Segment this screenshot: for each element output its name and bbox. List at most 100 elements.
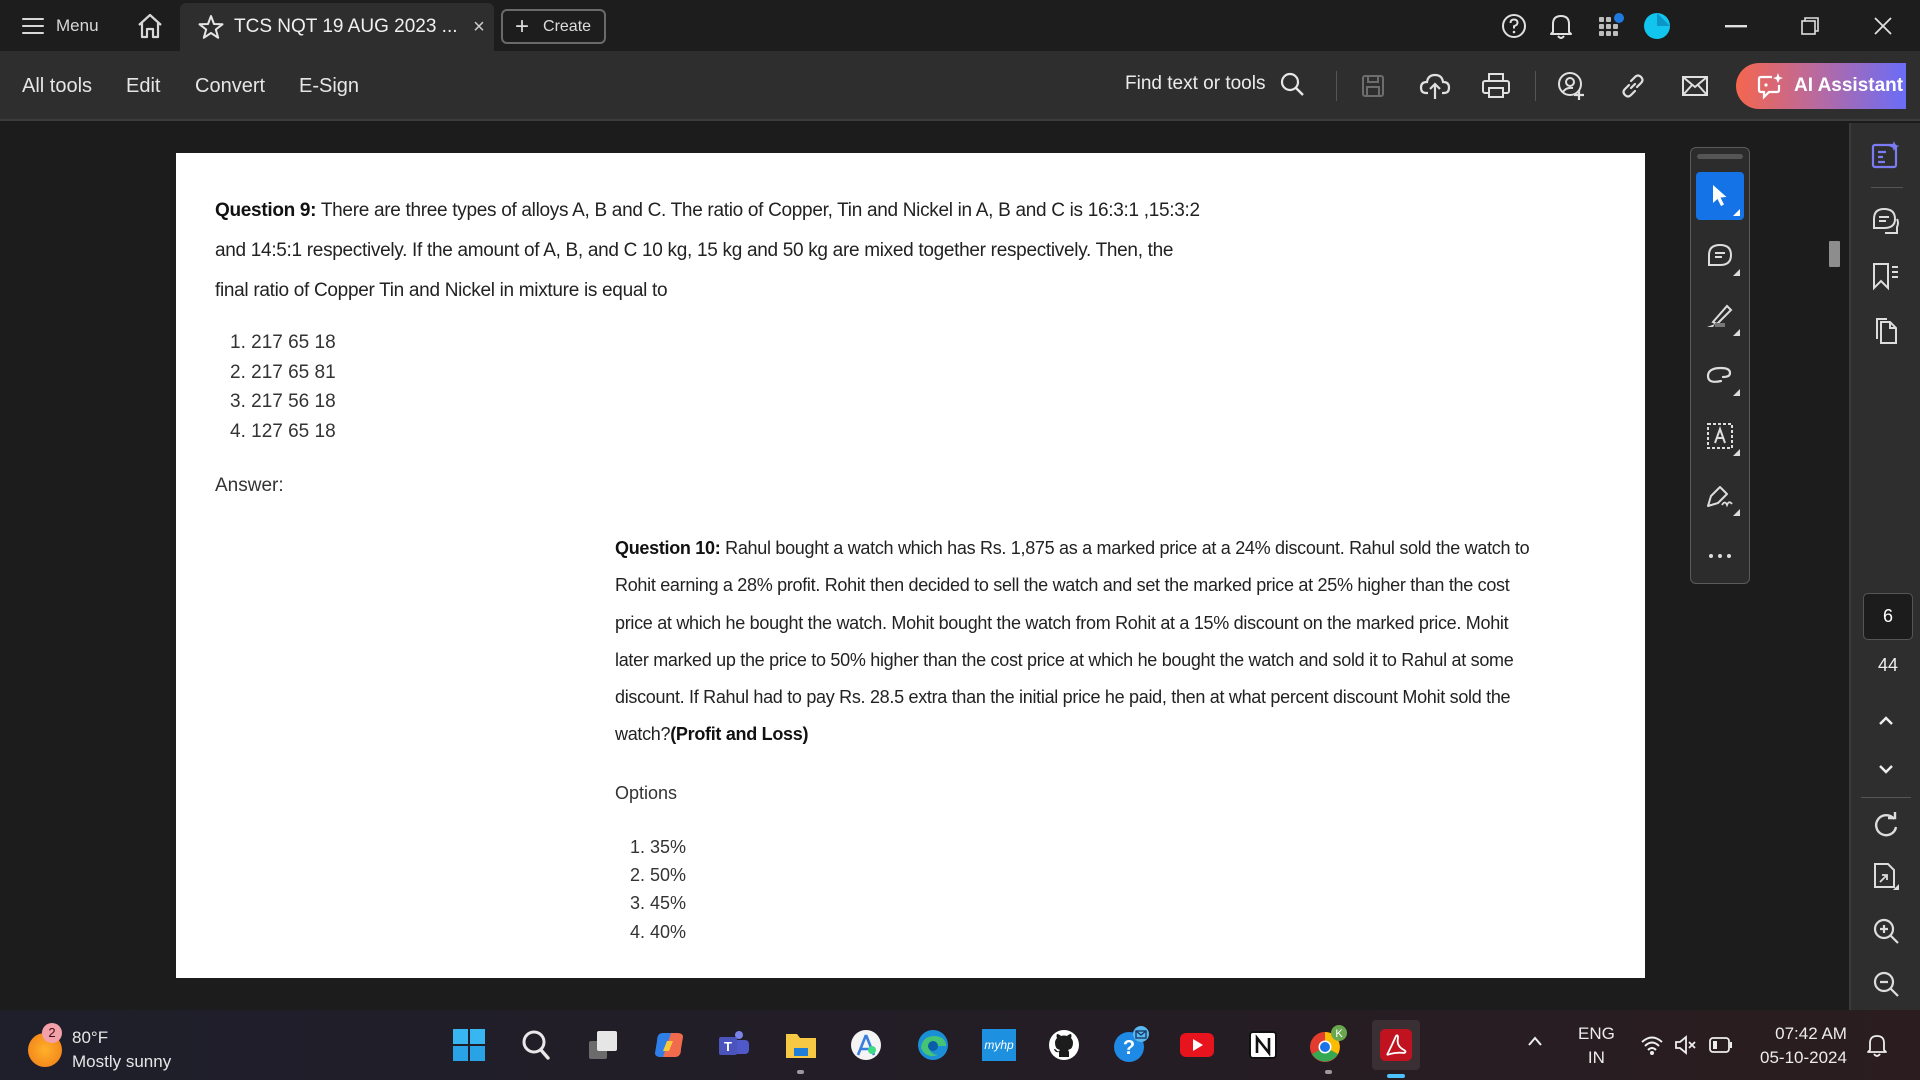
folder-icon [786, 1034, 816, 1058]
question-10-line: watch? [615, 724, 671, 745]
chrome-app[interactable]: K [1308, 1024, 1350, 1074]
upload-button[interactable] [1416, 67, 1454, 105]
profile-avatar[interactable] [1642, 11, 1672, 41]
save-button[interactable] [1354, 67, 1392, 105]
menu-all-tools[interactable]: All tools [22, 75, 92, 98]
close-window-button[interactable] [1863, 8, 1903, 44]
android-studio-app[interactable] [845, 1024, 887, 1066]
get-help-icon: ? [1114, 1026, 1149, 1062]
print-icon [1482, 73, 1510, 98]
menu-convert[interactable]: Convert [195, 75, 265, 98]
highlight-tool[interactable] [1696, 292, 1744, 340]
copilot-app[interactable] [648, 1024, 690, 1066]
star-icon[interactable] [198, 14, 224, 40]
document-viewport[interactable]: Question 9: There are three types of all… [0, 123, 1850, 1010]
help-button[interactable] [1499, 11, 1529, 41]
main-toolbar: All tools Edit Convert E-Sign Find text … [0, 51, 1920, 121]
restore-button[interactable] [1790, 8, 1830, 44]
chevron-up-icon [1879, 716, 1893, 725]
wifi-icon [1641, 1036, 1663, 1055]
minimize-icon [1725, 25, 1747, 28]
copy-link-button[interactable] [1614, 67, 1652, 105]
share-user-icon [1558, 72, 1584, 100]
system-tray-status[interactable] [1640, 1034, 1734, 1056]
language-indicator[interactable]: ENG IN [1578, 1022, 1615, 1070]
help-app[interactable]: ? [1110, 1024, 1152, 1066]
running-indicator [797, 1070, 804, 1074]
clock[interactable]: 07:42 AM 05-10-2024 [1760, 1022, 1847, 1070]
weather-widget[interactable]: 2 80°F Mostly sunny [28, 1023, 171, 1074]
clock-date: 05-10-2024 [1760, 1048, 1847, 1067]
running-indicator [1325, 1070, 1332, 1074]
teams-app[interactable]: T [713, 1024, 755, 1066]
avatar-icon [1644, 13, 1670, 39]
sign-tool[interactable] [1696, 472, 1744, 520]
show-hidden-icons-button[interactable] [1526, 1030, 1544, 1054]
notifications-button[interactable] [1546, 11, 1576, 41]
task-view-icon [589, 1031, 617, 1059]
previous-page-button[interactable] [1868, 703, 1904, 739]
file-explorer-app[interactable] [780, 1024, 822, 1074]
apps-icon [1599, 13, 1624, 36]
menu-edit[interactable]: Edit [126, 75, 160, 98]
taskbar-search[interactable] [515, 1024, 557, 1066]
tab-close-button[interactable]: × [464, 16, 494, 39]
more-tools-button[interactable] [1696, 532, 1744, 580]
toolbar-separator [1535, 71, 1536, 101]
menu-e-sign[interactable]: E-Sign [299, 75, 359, 98]
comment-tool[interactable] [1696, 232, 1744, 280]
fit-page-button[interactable] [1868, 859, 1904, 895]
document-tab[interactable]: TCS NQT 19 AUG 2023 ... × [180, 3, 494, 51]
android-studio-icon [851, 1030, 881, 1060]
apps-button[interactable] [1597, 11, 1627, 41]
home-button[interactable] [135, 12, 165, 40]
menu-label: Menu [56, 16, 99, 35]
edge-app[interactable] [912, 1024, 954, 1066]
zoom-in-button[interactable] [1868, 913, 1904, 949]
clock-time: 07:42 AM [1775, 1024, 1847, 1043]
select-tool[interactable] [1696, 172, 1744, 220]
next-page-button[interactable] [1868, 751, 1904, 787]
text-box-tool[interactable] [1696, 412, 1744, 460]
notification-center-button[interactable] [1866, 1032, 1888, 1065]
notion-icon [1249, 1031, 1277, 1059]
bookmarks-panel-button[interactable] [1868, 258, 1904, 294]
task-view-button[interactable] [582, 1024, 624, 1066]
email-button[interactable] [1676, 67, 1714, 105]
notion-app[interactable] [1242, 1024, 1284, 1066]
print-button[interactable] [1477, 67, 1515, 105]
weather-sun-icon: 2 [28, 1023, 62, 1067]
close-icon [1874, 17, 1892, 35]
youtube-app[interactable] [1176, 1024, 1218, 1066]
zoom-out-button[interactable] [1868, 966, 1904, 1002]
menu-button[interactable]: Menu [22, 14, 99, 38]
vertical-scrollbar-thumb[interactable] [1829, 241, 1840, 267]
home-icon [138, 13, 162, 39]
find-text-or-tools[interactable]: Find text or tools [1125, 71, 1305, 97]
question-10: Question 10: Rahul bought a watch which … [615, 530, 1585, 754]
answer-label: Answer: [215, 475, 284, 496]
current-page-input[interactable]: 6 [1863, 593, 1913, 640]
windows-logo-icon [453, 1029, 485, 1061]
myhp-app[interactable]: myhp [978, 1024, 1020, 1066]
create-label: Create [543, 17, 592, 35]
comments-panel-button[interactable] [1868, 203, 1904, 239]
ai-assistant-button[interactable]: AI Assistant [1736, 63, 1906, 109]
question-9: Question 9: There are three types of all… [215, 191, 1275, 311]
help-icon [1502, 14, 1526, 38]
pages-panel-button[interactable] [1868, 313, 1904, 349]
region-code: IN [1587, 1048, 1605, 1067]
option-item: 3. 217 56 18 [230, 391, 336, 412]
start-button[interactable] [448, 1024, 490, 1066]
draw-tool[interactable] [1696, 352, 1744, 400]
question-10-line: later marked up the price to 50% higher … [615, 649, 1514, 670]
minimize-button[interactable] [1716, 8, 1756, 44]
rotate-button[interactable] [1868, 807, 1904, 843]
create-button[interactable]: + Create [501, 9, 606, 44]
acrobat-app[interactable] [1372, 1020, 1420, 1078]
option-item: 1. 217 65 18 [230, 332, 336, 353]
drag-handle[interactable] [1697, 154, 1743, 159]
share-button[interactable] [1553, 67, 1591, 105]
github-app[interactable] [1043, 1024, 1085, 1066]
ai-summary-button[interactable] [1868, 137, 1904, 173]
